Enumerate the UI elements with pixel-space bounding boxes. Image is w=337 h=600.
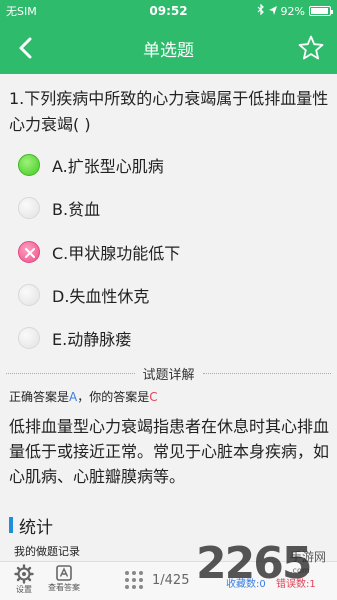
explanation-text: 低排血量型心力衰竭指患者在休息时其心排血量低于或接近正常。常见于心脏本身疾病，如… — [9, 417, 330, 486]
option-b[interactable]: B.贫血 — [18, 190, 318, 226]
option-label: E.动静脉瘘 — [52, 330, 132, 349]
option-a[interactable]: A.扩张型心肌病 — [18, 147, 318, 183]
cross-icon — [25, 248, 35, 258]
option-label: D.失血性休克 — [52, 287, 150, 306]
answer-card-icon — [56, 565, 72, 581]
star-icon — [298, 35, 324, 60]
option-label: C.甲状腺功能低下 — [52, 244, 181, 263]
explanation-divider: 试题详解 — [6, 366, 332, 383]
option-label: B.贫血 — [52, 200, 101, 219]
status-right: 92% — [257, 3, 333, 18]
my-answer-letter: C — [149, 390, 158, 404]
status-bar: 无SIM 09:52 92% — [0, 0, 337, 22]
radio-icon — [18, 197, 40, 219]
battery-icon — [309, 6, 333, 16]
chevron-left-icon — [19, 37, 32, 59]
option-label: A.扩张型心肌病 — [52, 157, 164, 176]
battery-percent: 92% — [280, 4, 305, 18]
view-answer-label: 查看答案 — [48, 583, 80, 592]
battery-fill — [311, 8, 328, 14]
page-title: 单选题 — [143, 40, 194, 61]
option-e[interactable]: E.动静脉瘘 — [18, 320, 318, 356]
site-watermark-logo: 2265 手游网 .com — [196, 538, 337, 600]
view-answer-button[interactable]: 查看答案 — [44, 564, 84, 593]
bluetooth-icon — [257, 3, 265, 18]
explanation-header: 试题详解 — [142, 367, 195, 383]
grid-icon — [125, 571, 143, 589]
question-text: 1.下列疾病中所致的心力衰竭属于低排血量性心力衰竭( ) — [9, 89, 329, 134]
location-icon — [268, 5, 277, 18]
favorite-button[interactable] — [297, 34, 325, 62]
gear-icon — [14, 564, 34, 584]
stats-section-title: 统计 — [9, 514, 53, 538]
question-progress: 1/425 — [152, 573, 190, 588]
radio-icon — [18, 327, 40, 349]
option-d[interactable]: D.失血性休克 — [18, 277, 318, 313]
record-label: 我的做题记录 — [14, 545, 80, 558]
correct-indicator-icon — [18, 154, 40, 176]
radio-icon — [18, 284, 40, 306]
watermark-text: 手游网 — [290, 550, 327, 564]
question-grid-button[interactable] — [124, 570, 144, 594]
back-button[interactable] — [14, 35, 40, 61]
correct-answer-letter: A — [69, 390, 78, 404]
option-c[interactable]: C.甲状腺功能低下 — [18, 234, 318, 270]
answer-summary: 正确答案是A，你的答案是C — [9, 390, 158, 404]
wrong-indicator-icon — [18, 241, 40, 263]
settings-label: 设置 — [16, 585, 32, 594]
watermark-url: .com — [290, 566, 310, 575]
settings-button[interactable]: 设置 — [8, 564, 40, 595]
nav-bar: 单选题 — [0, 22, 337, 74]
carrier-label: 无SIM — [6, 5, 37, 18]
